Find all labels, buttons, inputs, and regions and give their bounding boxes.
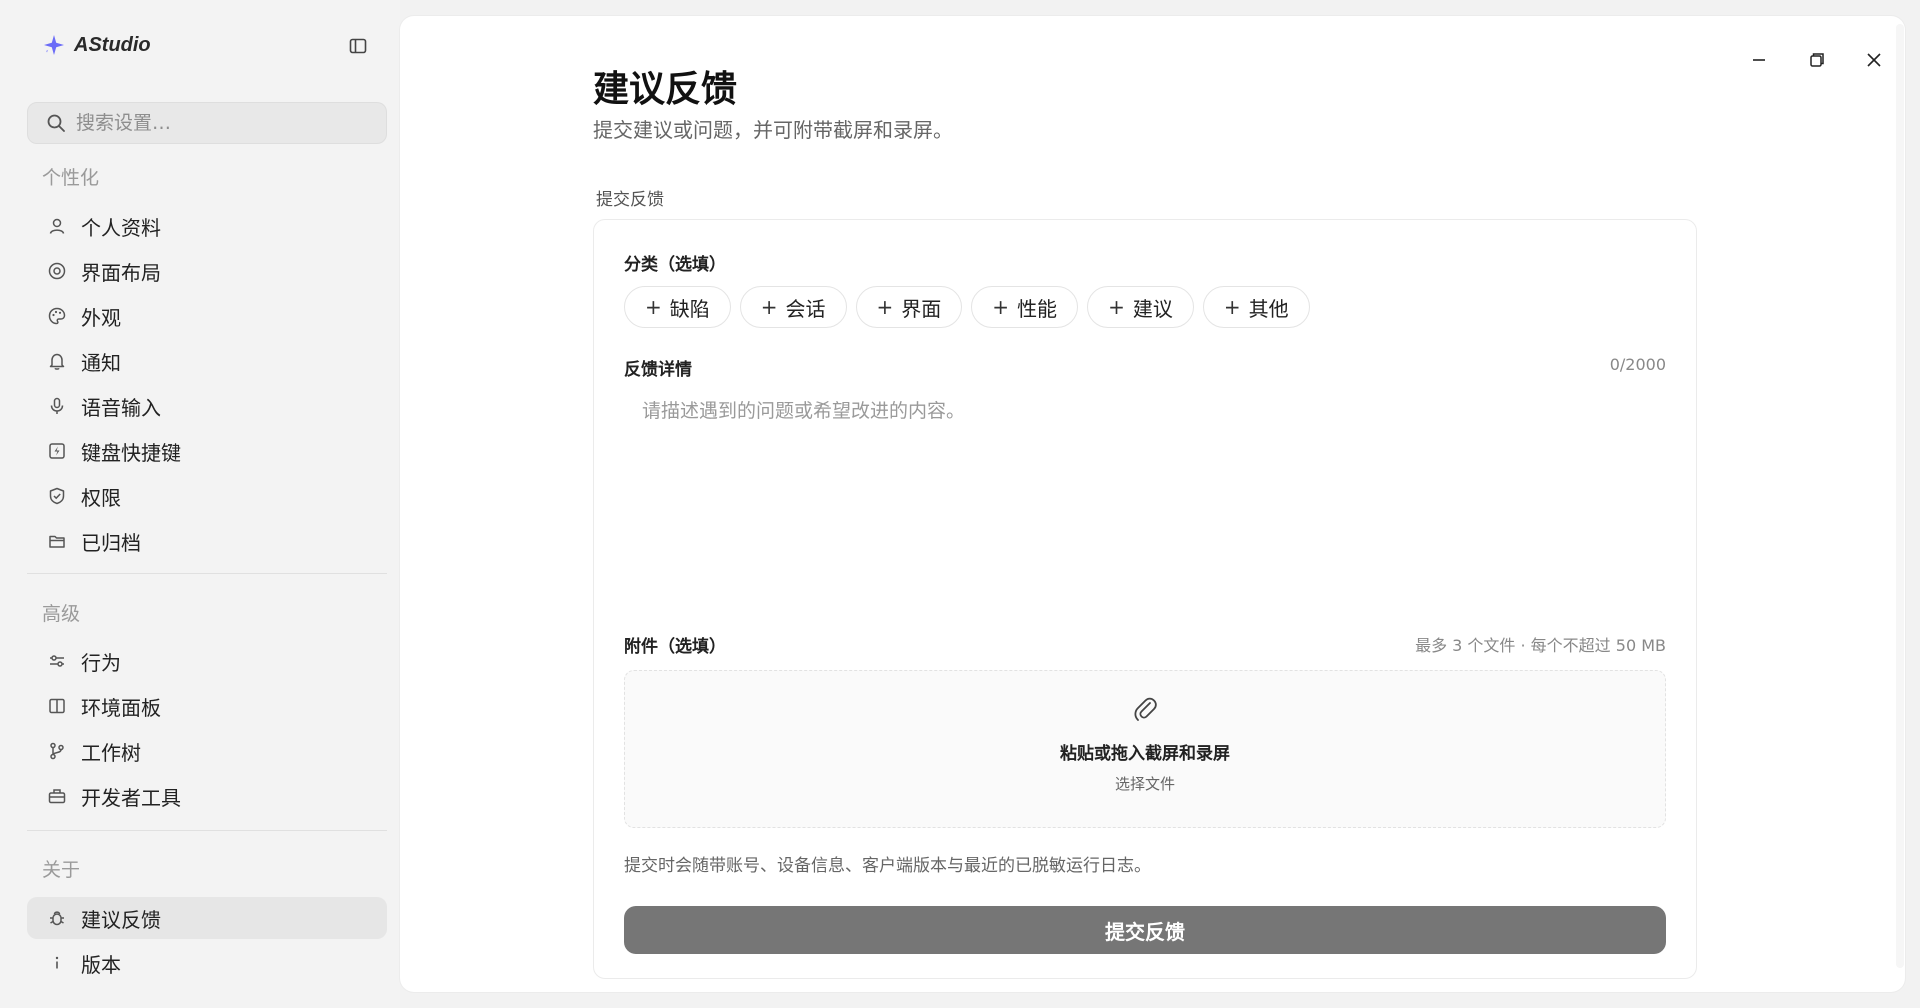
sidebar-item-environment-panel[interactable]: 环境面板 xyxy=(27,685,387,727)
privacy-notice: 提交时会随带账号、设备信息、客户端版本与最近的已脱敏运行日志。 xyxy=(624,856,1151,876)
page-title: 建议反馈 xyxy=(593,69,738,110)
brand: AStudio xyxy=(42,30,151,60)
branch-icon xyxy=(47,741,67,761)
sidebar-item-label: 版本 xyxy=(81,952,121,977)
sidebar-item-voice-input[interactable]: 语音输入 xyxy=(27,385,387,427)
category-label: 分类（选填） xyxy=(624,255,726,275)
paperclip-icon xyxy=(1134,697,1157,721)
restore-icon xyxy=(1810,53,1824,67)
submit-feedback-button[interactable]: 提交反馈 xyxy=(624,906,1666,954)
plus-icon: + xyxy=(1223,295,1241,319)
group-label: 提交反馈 xyxy=(596,190,664,210)
category-chip-bug[interactable]: + 缺陷 xyxy=(624,286,731,328)
category-chip-other[interactable]: + 其他 xyxy=(1202,286,1310,328)
sidebar-item-label: 通知 xyxy=(81,350,121,375)
sidebar: AStudio 个性化 个人资料 界面布局 外观 xyxy=(0,0,400,1008)
target-icon xyxy=(47,261,67,281)
toolbox-icon xyxy=(47,786,67,806)
minimize-button[interactable] xyxy=(1743,44,1775,76)
attachments-hint: 最多 3 个文件 · 每个不超过 50 MB xyxy=(1415,636,1666,655)
category-chip-performance[interactable]: + 性能 xyxy=(971,286,1079,328)
category-chip-session[interactable]: + 会话 xyxy=(739,286,847,328)
sidebar-item-label: 权限 xyxy=(81,485,121,510)
category-chip-ui[interactable]: + 界面 xyxy=(855,286,963,328)
sidebar-item-label: 工作树 xyxy=(81,740,141,765)
sparkle-logo-icon xyxy=(44,35,64,55)
sidebar-item-version[interactable]: 版本 xyxy=(27,942,387,984)
sidebar-item-layout[interactable]: 界面布局 xyxy=(27,250,387,292)
sidebar-item-label: 外观 xyxy=(81,305,121,330)
sidebar-item-label: 个人资料 xyxy=(81,215,161,240)
plus-icon: + xyxy=(992,295,1010,319)
sidebar-item-label: 行为 xyxy=(81,650,121,675)
details-char-counter: 0/2000 xyxy=(1609,355,1666,374)
chip-label: 界面 xyxy=(901,296,942,321)
sidebar-item-label: 环境面板 xyxy=(81,695,161,720)
sidebar-toggle-button[interactable] xyxy=(345,33,371,59)
search-input[interactable] xyxy=(76,112,366,134)
plus-icon: + xyxy=(876,295,894,319)
section-label-personalization: 个性化 xyxy=(42,167,100,189)
restore-button[interactable] xyxy=(1801,44,1833,76)
sidebar-item-permissions[interactable]: 权限 xyxy=(27,475,387,517)
shield-icon xyxy=(47,486,67,506)
sidebar-item-notifications[interactable]: 通知 xyxy=(27,340,387,382)
palette-icon xyxy=(47,306,67,326)
sidebar-item-profile[interactable]: 个人资料 xyxy=(27,205,387,247)
minimize-icon xyxy=(1753,59,1765,61)
section-label-about: 关于 xyxy=(42,859,81,881)
settings-search[interactable] xyxy=(27,102,387,144)
archive-icon xyxy=(47,531,67,551)
close-button[interactable] xyxy=(1858,44,1890,76)
sidebar-item-archived[interactable]: 已归档 xyxy=(27,520,387,562)
microphone-icon xyxy=(47,396,67,416)
sidebar-item-label: 开发者工具 xyxy=(81,785,181,810)
dropzone-title: 粘贴或拖入截屏和录屏 xyxy=(1060,744,1230,764)
sidebar-item-behavior[interactable]: 行为 xyxy=(27,640,387,682)
sidebar-toggle-icon xyxy=(349,38,367,54)
details-label: 反馈详情 xyxy=(624,360,692,380)
app-name: AStudio xyxy=(74,33,151,56)
panel-icon xyxy=(47,696,67,716)
bug-icon xyxy=(47,908,67,928)
user-icon xyxy=(47,216,67,236)
bell-icon xyxy=(47,351,67,371)
choose-file-link[interactable]: 选择文件 xyxy=(625,773,1665,794)
close-icon xyxy=(1867,53,1881,67)
attachment-dropzone[interactable]: 粘贴或拖入截屏和录屏 选择文件 xyxy=(624,670,1666,828)
sidebar-item-worktree[interactable]: 工作树 xyxy=(27,730,387,772)
chip-label: 会话 xyxy=(785,296,826,321)
sidebar-item-label: 已归档 xyxy=(81,530,141,555)
sidebar-item-developer-tools[interactable]: 开发者工具 xyxy=(27,775,387,817)
chip-label: 建议 xyxy=(1132,296,1173,321)
details-textarea[interactable] xyxy=(624,396,1666,616)
chip-label: 其他 xyxy=(1248,296,1289,321)
section-label-advanced: 高级 xyxy=(42,603,81,625)
sidebar-item-feedback[interactable]: 建议反馈 xyxy=(27,897,387,939)
main-panel: 建议反馈 提交建议或问题，并可附带截屏和录屏。 提交反馈 分类（选填） + 缺陷 … xyxy=(400,16,1905,992)
plus-icon: + xyxy=(645,295,662,319)
category-chip-suggestion[interactable]: + 建议 xyxy=(1087,286,1194,328)
attachments-label: 附件（选填） xyxy=(624,637,726,657)
chip-label: 性能 xyxy=(1017,296,1058,321)
scrollbar[interactable] xyxy=(1896,24,1904,968)
sidebar-item-label: 建议反馈 xyxy=(81,907,161,932)
sidebar-item-appearance[interactable]: 外观 xyxy=(27,295,387,337)
chip-label: 缺陷 xyxy=(669,296,710,321)
feedback-form: 分类（选填） + 缺陷 + 会话 + 界面 + 性能 + 建议 + 其他 反馈详情 0/20… xyxy=(593,219,1697,979)
sidebar-item-label: 界面布局 xyxy=(81,260,161,285)
sidebar-item-keyboard-shortcuts[interactable]: 键盘快捷键 xyxy=(27,430,387,472)
sidebar-divider xyxy=(27,830,387,831)
keyboard-shortcut-icon xyxy=(47,441,67,461)
plus-icon: + xyxy=(760,295,778,319)
sidebar-item-label: 语音输入 xyxy=(81,395,161,420)
sidebar-divider xyxy=(27,573,387,574)
sidebar-item-label: 键盘快捷键 xyxy=(81,440,181,465)
page-subtitle: 提交建议或问题，并可附带截屏和录屏。 xyxy=(593,118,953,142)
info-icon xyxy=(47,953,67,973)
sliders-icon xyxy=(47,651,67,671)
plus-icon: + xyxy=(1108,295,1125,319)
category-chips: + 缺陷 + 会话 + 界面 + 性能 + 建议 + 其他 xyxy=(624,286,1310,328)
search-icon xyxy=(47,114,65,132)
